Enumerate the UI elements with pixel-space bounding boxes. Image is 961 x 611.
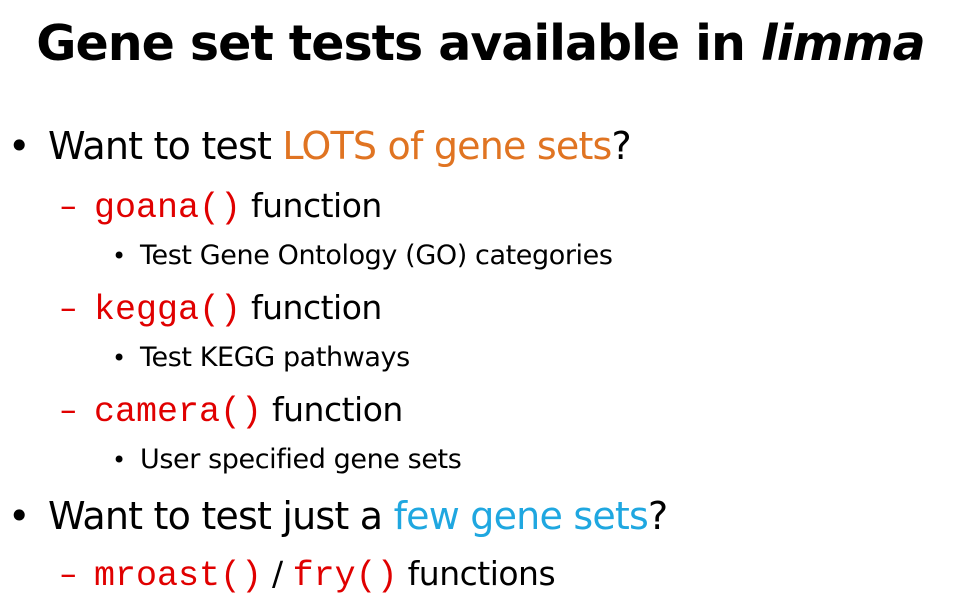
dash-marker: – <box>60 554 77 593</box>
sub-text: Test KEGG pathways <box>140 342 410 373</box>
bullet-lots-of-gene-sets: • Want to test LOTS of gene sets? <box>8 122 632 170</box>
sub-bullet-marker: • <box>112 446 126 474</box>
item-text: functions <box>397 554 556 593</box>
code-mroast: mroast() <box>94 556 263 596</box>
code-goana: goana() <box>94 188 242 228</box>
bullet-prefix: Want to test <box>48 124 283 168</box>
item-camera: – camera() function <box>60 388 403 434</box>
dash-marker: – <box>60 186 77 225</box>
bullet-suffix: ? <box>611 124 632 168</box>
item-mroast-fry: – mroast() / fry() functions <box>60 552 556 598</box>
sub-bullet-marker: • <box>112 242 126 270</box>
title-emphasis: limma <box>760 15 926 72</box>
bullet-highlight: few gene sets <box>393 494 649 538</box>
item-text: function <box>262 390 403 429</box>
code-fry: fry() <box>292 556 398 596</box>
item-text: function <box>241 186 382 225</box>
bullet-marker: • <box>8 124 30 168</box>
bullet-marker: • <box>8 494 30 538</box>
dash-marker: – <box>60 390 77 429</box>
sub-text: Test Gene Ontology (GO) categories <box>140 240 613 271</box>
item-goana: – goana() function <box>60 184 382 230</box>
sub-goana: • Test Gene Ontology (GO) categories <box>112 238 613 274</box>
slide-title: Gene set tests available in limma <box>0 8 961 80</box>
code-kegga: kegga() <box>94 290 242 330</box>
sub-kegga: • Test KEGG pathways <box>112 340 410 376</box>
sub-text: User specified gene sets <box>140 444 462 475</box>
item-kegga: – kegga() function <box>60 286 382 332</box>
bullet-highlight: LOTS of gene sets <box>282 124 612 168</box>
dash-marker: – <box>60 288 77 327</box>
title-text: Gene set tests available in <box>36 15 761 72</box>
code-camera: camera() <box>94 392 263 432</box>
slide: Gene set tests available in limma • Want … <box>0 0 961 611</box>
item-text: function <box>241 288 382 327</box>
bullet-suffix: ? <box>648 494 668 538</box>
sub-bullet-marker: • <box>112 344 126 372</box>
separator: / <box>262 554 293 593</box>
bullet-few-gene-sets: • Want to test just a few gene sets? <box>8 492 668 540</box>
bullet-prefix: Want to test just a <box>48 494 394 538</box>
sub-camera: • User specified gene sets <box>112 442 462 478</box>
